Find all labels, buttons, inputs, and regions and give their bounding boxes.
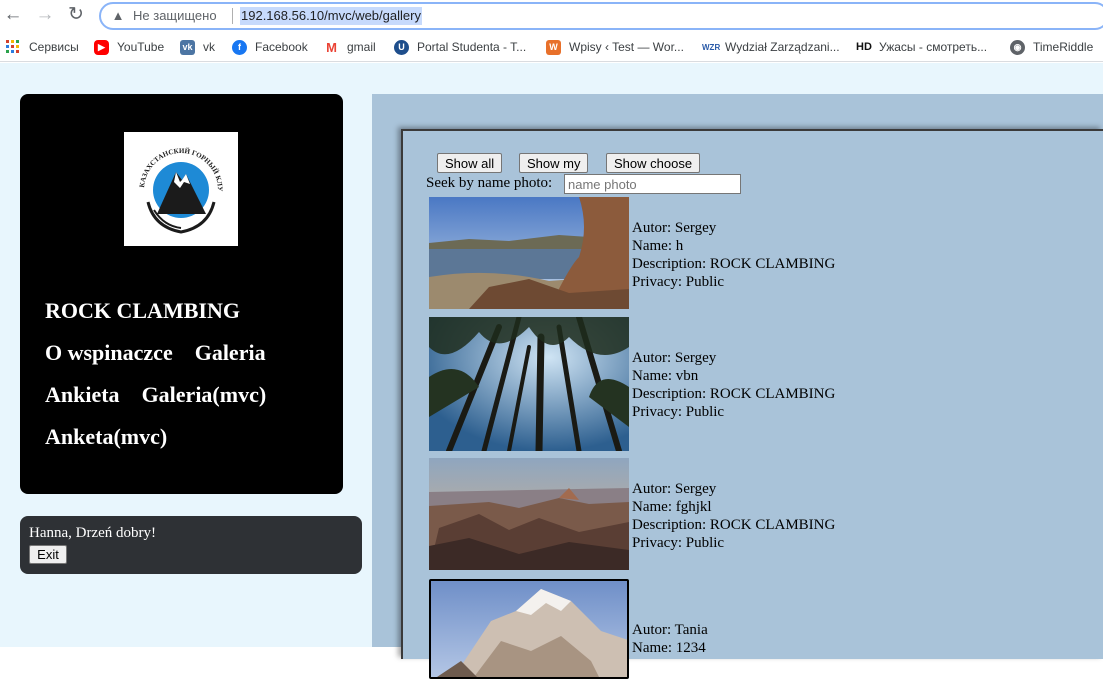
photo-author: Autor: Sergey bbox=[632, 481, 717, 497]
vk-icon: vk bbox=[180, 39, 195, 55]
photo-canyon bbox=[429, 458, 629, 570]
bookmark-label: Wpisy ‹ Test — Wor... bbox=[569, 40, 684, 54]
show-choose-button[interactable]: Show choose bbox=[606, 153, 701, 173]
page-content: КАЗАХСТАНСКИЙ ГОРНЫЙ КЛУБ ROCK CLAMBING … bbox=[0, 63, 1103, 679]
photo-author: Autor: Sergey bbox=[632, 220, 717, 236]
photo-forest bbox=[429, 317, 629, 451]
photo-meta: Autor: Sergey Name: vbn Description: ROC… bbox=[632, 349, 835, 421]
bookmark-label: Ужасы - смотреть... bbox=[879, 40, 988, 54]
facebook-icon: f bbox=[232, 39, 247, 55]
photo-privacy: Privacy: Public bbox=[632, 274, 725, 290]
warning-icon: ▲ bbox=[111, 8, 125, 23]
bookmark-apps[interactable]: Сервисы bbox=[6, 38, 79, 56]
photo-thumbnail[interactable] bbox=[429, 197, 629, 309]
bookmark-wordpress[interactable]: W Wpisy ‹ Test — Wor... bbox=[546, 38, 684, 56]
bookmark-youtube[interactable]: ▶ YouTube bbox=[94, 38, 164, 56]
exit-button[interactable]: Exit bbox=[29, 545, 67, 564]
photo-meta: Autor: Sergey Name: fghjkl Description: … bbox=[632, 480, 835, 552]
photo-lake-rocks bbox=[429, 197, 629, 309]
club-logo-emblem: КАЗАХСТАНСКИЙ ГОРНЫЙ КЛУБ bbox=[122, 126, 224, 234]
nav-gallery-link[interactable]: Galeria bbox=[195, 332, 266, 374]
club-logo[interactable]: КАЗАХСТАНСКИЙ ГОРНЫЙ КЛУБ bbox=[122, 126, 238, 246]
photo-thumbnail[interactable] bbox=[429, 458, 629, 570]
nav-survey-mvc-link[interactable]: Anketa(mvc) bbox=[45, 416, 167, 458]
photo-meta: Autor: Tania Name: 1234 bbox=[632, 621, 708, 657]
hd-icon: HD bbox=[855, 39, 873, 55]
bookmark-label: vk bbox=[203, 40, 215, 54]
bookmarks-bar: Сервисы ▶ YouTube vk vk f Facebook M gma… bbox=[0, 32, 1103, 62]
bookmark-label: Facebook bbox=[255, 40, 308, 54]
bookmark-wzr[interactable]: WZR Wydział Zarządzani... bbox=[702, 38, 840, 56]
user-greeting: Hanna, Drzeń dobry! bbox=[29, 525, 157, 541]
sidebar-panel: КАЗАХСТАНСКИЙ ГОРНЫЙ КЛУБ ROCK CLAMBING … bbox=[20, 94, 343, 494]
photo-meta: Autor: Sergey Name: h Description: ROCK … bbox=[632, 219, 835, 291]
photo-author: Autor: Tania bbox=[632, 622, 708, 638]
gallery-panel: Show all Show my Show choose Seek by nam… bbox=[401, 129, 1103, 679]
gallery-item: Autor: Sergey Name: fghjkl Description: … bbox=[429, 458, 1089, 570]
portal-icon: U bbox=[394, 39, 409, 55]
globe-icon: ◉ bbox=[1010, 39, 1025, 55]
bookmark-vk[interactable]: vk vk bbox=[180, 38, 215, 56]
gallery-item: Autor: Sergey Name: h Description: ROCK … bbox=[429, 197, 1089, 309]
bookmark-timeriddle[interactable]: ◉ TimeRiddle bbox=[1010, 38, 1093, 56]
bookmark-label: Wydział Zarządzani... bbox=[725, 40, 840, 54]
user-panel: Hanna, Drzeń dobry! Exit bbox=[20, 516, 362, 574]
forward-arrow-icon[interactable]: → bbox=[34, 4, 56, 26]
show-my-button[interactable]: Show my bbox=[519, 153, 589, 173]
nav-survey-link[interactable]: Ankieta bbox=[45, 374, 120, 416]
photo-description: Description: ROCK CLAMBING bbox=[632, 517, 836, 533]
photo-thumbnail[interactable] bbox=[429, 579, 629, 679]
photo-author: Autor: Sergey bbox=[632, 350, 717, 366]
photo-name: Name: fghjkl bbox=[632, 499, 712, 515]
security-label: Не защищено bbox=[133, 8, 217, 23]
photo-name: Name: vbn bbox=[632, 368, 699, 384]
show-all-button[interactable]: Show all bbox=[437, 153, 503, 173]
photo-name: Name: 1234 bbox=[632, 640, 706, 656]
gallery-item: Autor: Sergey Name: vbn Description: ROC… bbox=[429, 317, 1089, 451]
nav-gallery-mvc-link[interactable]: Galeria(mvc) bbox=[142, 374, 267, 416]
bookmark-facebook[interactable]: f Facebook bbox=[232, 38, 308, 56]
bookmark-label: YouTube bbox=[117, 40, 165, 54]
bookmark-label: TimeRiddle bbox=[1033, 40, 1094, 54]
nav-about-link[interactable]: O wspinaczce bbox=[45, 332, 173, 374]
photo-name: Name: h bbox=[632, 238, 684, 254]
url-text[interactable]: 192.168.56.10/mvc/web/gallery bbox=[240, 7, 422, 25]
photo-privacy: Privacy: Public bbox=[632, 535, 725, 551]
photo-thumbnail[interactable] bbox=[429, 317, 629, 451]
gallery-item: Autor: Tania Name: 1234 bbox=[429, 579, 1089, 679]
wzr-icon: WZR bbox=[702, 39, 720, 55]
reload-icon[interactable]: ↻ bbox=[65, 4, 87, 26]
bookmark-gmail[interactable]: M gmail bbox=[324, 38, 376, 56]
browser-toolbar: ← → ↻ ▲ Не защищено 192.168.56.10/mvc/we… bbox=[0, 0, 1103, 32]
gmail-icon: M bbox=[324, 39, 339, 55]
wordpress-icon: W bbox=[546, 39, 561, 55]
main-nav: ROCK CLAMBING O wspinaczce Galeria Ankiet… bbox=[45, 290, 335, 458]
bookmark-label: Сервисы bbox=[29, 40, 79, 54]
bookmark-label: gmail bbox=[347, 40, 376, 54]
seek-input[interactable] bbox=[564, 174, 741, 194]
apps-grid-icon bbox=[6, 40, 20, 54]
nav-brand-link[interactable]: ROCK CLAMBING bbox=[45, 290, 240, 332]
bookmark-label: Portal Studenta - T... bbox=[417, 40, 527, 54]
youtube-icon: ▶ bbox=[94, 39, 109, 55]
photo-privacy: Privacy: Public bbox=[632, 404, 725, 420]
address-bar[interactable]: ▲ Не защищено 192.168.56.10/mvc/web/gall… bbox=[99, 2, 1103, 30]
back-arrow-icon[interactable]: ← bbox=[2, 4, 24, 26]
bookmark-portal[interactable]: U Portal Studenta - T... bbox=[394, 38, 526, 56]
photo-description: Description: ROCK CLAMBING bbox=[632, 256, 836, 272]
omnibox-divider bbox=[232, 8, 233, 24]
photo-snow-mountain bbox=[431, 581, 627, 677]
seek-label: Seek by name photo: bbox=[426, 175, 553, 191]
photo-description: Description: ROCK CLAMBING bbox=[632, 386, 836, 402]
bookmark-horror[interactable]: HD Ужасы - смотреть... bbox=[855, 38, 987, 56]
